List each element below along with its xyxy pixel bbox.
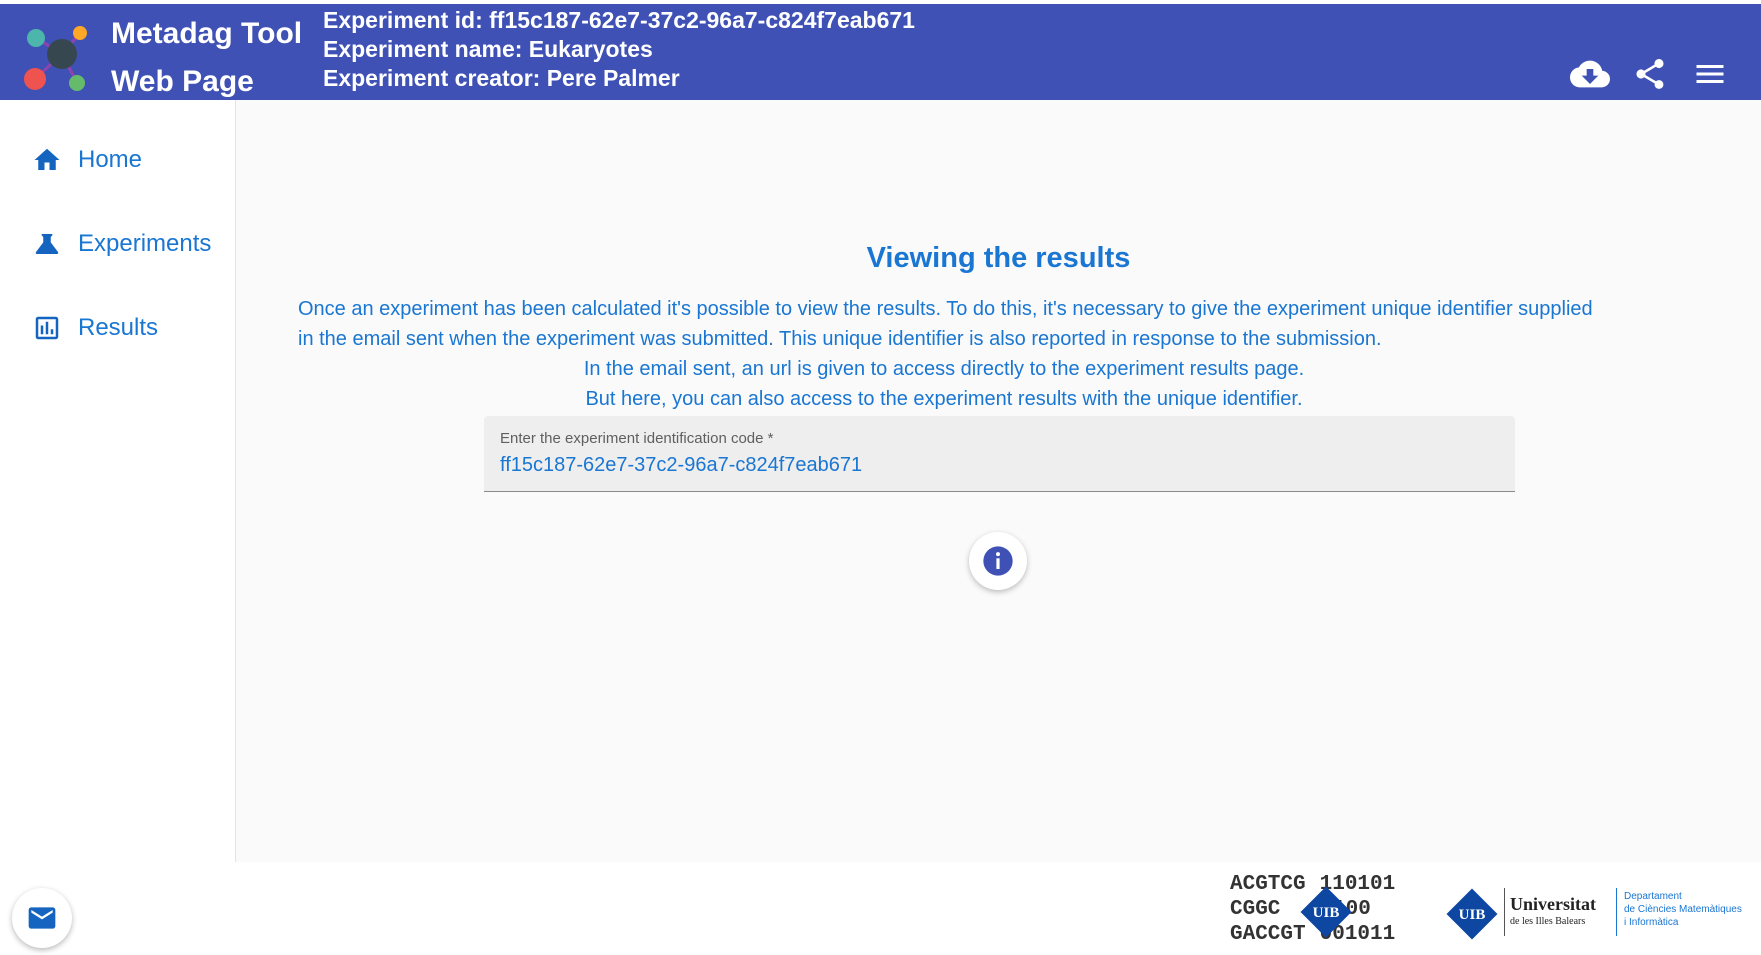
menu-icon bbox=[1696, 65, 1724, 83]
sidebar-item-home[interactable]: Home bbox=[32, 138, 142, 182]
experiment-name: Experiment name: Eukaryotes bbox=[323, 36, 653, 62]
description-line: Once an experiment has been calculated i… bbox=[298, 298, 1593, 320]
sidebar-item-label: Home bbox=[78, 146, 143, 173]
experiment-code-input[interactable] bbox=[500, 450, 1490, 480]
uib-badge-icon: UIB bbox=[1446, 888, 1498, 940]
app-header: Metadag Tool Web Page Experiment id: ff1… bbox=[0, 4, 1761, 100]
dna-logo-badge: UIB bbox=[1313, 905, 1340, 921]
experiment-code-field[interactable]: Enter the experiment identification code… bbox=[484, 416, 1515, 492]
dna-binary-logo: ACGTCG110101 CGGC1100 GACCGT001011 UIB bbox=[1230, 872, 1405, 948]
uib-name: Universitat bbox=[1510, 894, 1596, 914]
sidebar-nav: Home Experiments Results bbox=[0, 100, 236, 862]
dna-logo-letters: GACCGT bbox=[1230, 923, 1306, 946]
info-icon bbox=[983, 546, 1013, 576]
uib-subname: de les Illes Balears bbox=[1510, 916, 1586, 927]
download-button[interactable] bbox=[1568, 52, 1612, 96]
flask-icon bbox=[32, 229, 62, 259]
info-button[interactable] bbox=[969, 532, 1027, 590]
app-title-line2: Web Page bbox=[111, 65, 254, 98]
bar-chart-icon bbox=[32, 313, 62, 343]
sidebar-item-label: Experiments bbox=[78, 230, 212, 257]
description-line: But here, you can also access to the exp… bbox=[585, 388, 1303, 410]
sidebar-item-experiments[interactable]: Experiments bbox=[32, 222, 211, 266]
experiment-code-label: Enter the experiment identification code… bbox=[500, 430, 774, 447]
description-line: In the email sent, an url is given to ac… bbox=[583, 358, 1305, 380]
mail-icon bbox=[28, 907, 56, 929]
experiment-creator: Experiment creator: Pere Palmer bbox=[323, 65, 680, 91]
cloud-download-icon bbox=[1570, 60, 1610, 88]
home-icon bbox=[32, 145, 62, 175]
app-title[interactable]: Metadag Tool Web Page bbox=[111, 10, 311, 106]
share-icon bbox=[1636, 58, 1664, 89]
main-content: Viewing the results Once an experiment h… bbox=[236, 100, 1761, 862]
page-title: Viewing the results bbox=[866, 242, 1131, 274]
experiment-info: Experiment id: ff15c187-62e7-37c2-96a7-c… bbox=[323, 6, 915, 93]
footer: ACGTCG110101 CGGC1100 GACCGT001011 UIB U… bbox=[0, 862, 1761, 955]
share-button[interactable] bbox=[1628, 52, 1672, 96]
uib-university-logo: UIB Universitat de les Illes Balears Dep… bbox=[1444, 882, 1761, 942]
metadag-logo bbox=[24, 26, 87, 91]
description: Once an experiment has been calculated i… bbox=[298, 294, 1698, 414]
department-line: de Ciències Matemàtiques bbox=[1624, 904, 1742, 915]
department-line: Departament bbox=[1624, 891, 1682, 902]
department-line: i Informàtica bbox=[1624, 917, 1679, 928]
menu-button[interactable] bbox=[1688, 52, 1732, 96]
dna-logo-letters: ACGTCG bbox=[1230, 873, 1306, 896]
sidebar-item-results[interactable]: Results bbox=[32, 306, 158, 350]
app-title-line1: Metadag Tool bbox=[111, 17, 303, 50]
description-line: in the email sent when the experiment wa… bbox=[298, 328, 1382, 350]
sidebar-item-label: Results bbox=[78, 314, 159, 341]
uib-diamond-icon: UIB bbox=[1300, 886, 1352, 938]
experiment-id: Experiment id: ff15c187-62e7-37c2-96a7-c… bbox=[323, 7, 915, 33]
dna-logo-letters: CGGC bbox=[1230, 898, 1281, 921]
department-name: Departament de Ciències Matemàtiques i I… bbox=[1624, 890, 1742, 929]
uib-badge-text: UIB bbox=[1459, 907, 1486, 923]
contact-mail-button[interactable] bbox=[12, 888, 72, 948]
